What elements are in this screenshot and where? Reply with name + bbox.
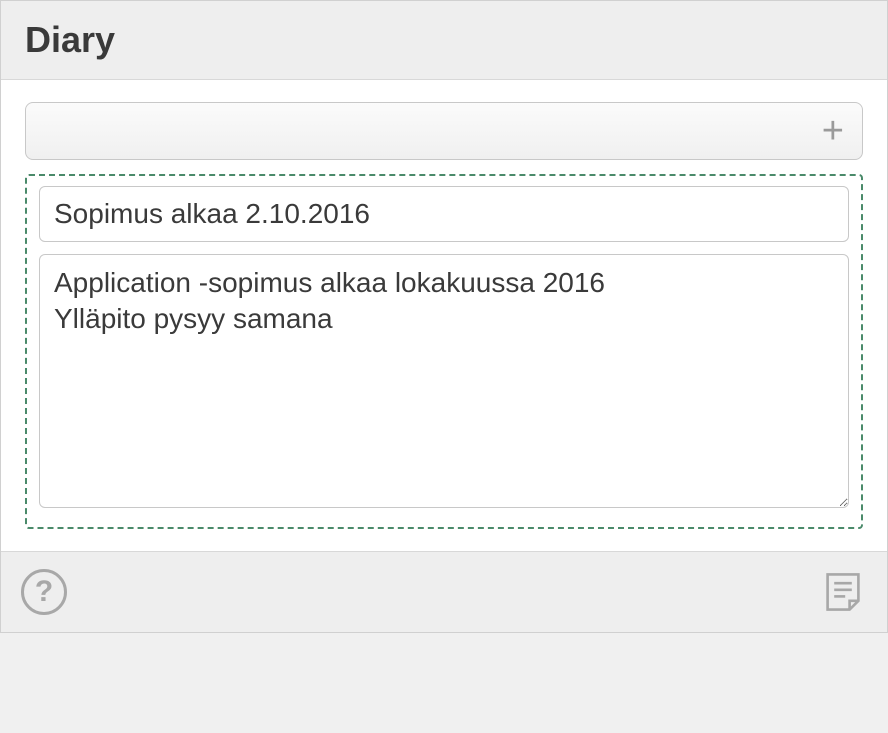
entry-title-input[interactable]	[39, 186, 849, 242]
help-icon[interactable]: ?	[21, 569, 67, 615]
panel-title: Diary	[25, 19, 863, 61]
help-label: ?	[35, 575, 53, 609]
diary-panel: Diary + ?	[0, 0, 888, 633]
plus-icon: +	[822, 112, 844, 150]
panel-body: +	[1, 80, 887, 551]
entry-edit-area	[25, 174, 863, 529]
add-entry-bar[interactable]: +	[25, 102, 863, 160]
note-icon[interactable]	[819, 568, 867, 616]
panel-footer: ?	[1, 551, 887, 632]
entry-body-textarea[interactable]	[39, 254, 849, 508]
panel-header: Diary	[1, 1, 887, 80]
